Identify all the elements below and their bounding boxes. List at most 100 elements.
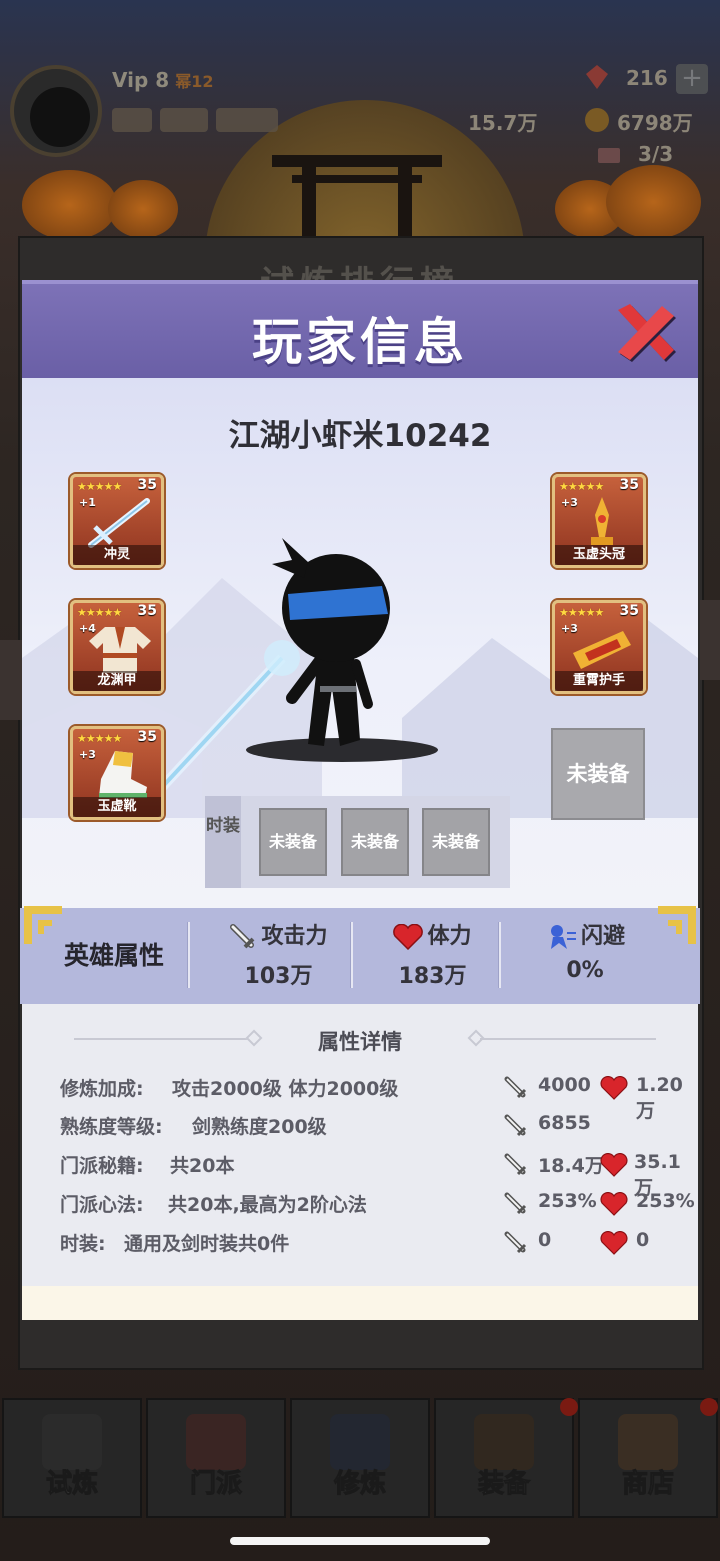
heart-icon [600,1076,628,1100]
item-level: 35 [619,477,639,493]
hp-bonus: 0 [636,1229,650,1251]
row-value: 共20本,最高为2阶心法 [168,1194,367,1216]
row-value: 剑熟练度200级 [192,1116,327,1138]
nav-label: 试炼 [45,1469,98,1500]
shop-chip[interactable] [160,108,208,132]
dialog-header: 玩家信息 [22,280,698,378]
attack-bonus: 18.4万 [538,1155,604,1177]
sword-icon [504,1192,527,1215]
event-chip[interactable] [216,108,278,132]
equip-slot-gloves[interactable]: ★★★★★ 35 +3 重霄护手 [552,600,646,694]
row-value: 攻击2000级 体力2000级 [172,1078,399,1100]
detail-row: 时装: 通用及剑时装共0件 0 0 [60,1229,680,1259]
notification-dot [560,1398,578,1416]
gold-coin-icon [585,108,609,132]
row-key: 熟练度等级: [60,1116,163,1138]
fashion-section: 时装 未装备 未装备 未装备 [205,796,510,888]
divider [480,1038,656,1040]
hp-label: 体力 [427,924,472,949]
heart-icon [393,924,424,950]
details-title: 属性详情 [318,1030,402,1054]
sword-icon [504,1076,527,1099]
hero-stats-bar: 英雄属性 攻击力 103万 体力 183万 闪避 0% [20,906,700,1004]
row-key: 门派心法: [60,1194,144,1216]
detail-row: 修炼加成: 攻击2000级 体力2000级 4000 1.20万 [60,1074,683,1122]
ninja-icon [42,1414,102,1470]
sword-icon [504,1231,527,1254]
pumpkin-decoration [606,165,701,239]
ticket-icon [598,148,620,163]
equip-slot-weapon[interactable]: ★★★★★ 35 +1 冲灵 [70,474,164,568]
player-name: 江湖小虾米10242 [228,418,492,454]
player-avatar[interactable] [10,65,102,157]
side-decoration [700,600,720,680]
hp-value: 183万 [398,964,467,989]
sword-icon [504,1153,527,1176]
dodge-label: 闪避 [580,924,625,949]
nav-cultivate[interactable]: 修炼 [290,1398,430,1518]
heart-icon [600,1153,628,1177]
detail-row: 门派心法: 共20本,最高为2阶心法 253% 253% [60,1190,695,1220]
divider [498,922,501,988]
player-info-dialog: 玩家信息 江湖小虾米10242 ★★★★★ 35 +1 冲灵 ★★★★★ 35 … [20,280,700,1320]
item-name: 龙渊甲 [73,671,161,691]
hp-bonus: 253% [636,1190,695,1212]
notification-dot [700,1398,718,1416]
close-icon[interactable] [616,304,680,366]
home-indicator[interactable] [230,1537,490,1545]
attack-bonus: 4000 [538,1074,591,1096]
mail-icon[interactable] [112,108,152,132]
pumpkin-decoration [22,170,117,240]
attack-stat: 攻击力 103万 [206,922,351,990]
pumpkin-decoration [108,180,178,238]
gauntlet-icon [573,631,631,669]
empty-equip-slot[interactable]: 未装备 [551,728,645,820]
item-name: 玉虚靴 [73,797,161,817]
power-value: 15.7万 [468,111,538,135]
row-value: 共20本 [170,1155,235,1177]
nav-equipment[interactable]: 装备 [434,1398,574,1518]
heart-icon [600,1231,628,1255]
fashion-label: 时装 [205,796,241,888]
attribute-details: 属性详情 修炼加成: 攻击2000级 体力2000级 4000 1.20万 熟练… [22,1004,698,1286]
equip-slot-armor[interactable]: ★★★★★ 35 +4 龙渊甲 [70,600,164,694]
nav-sect[interactable]: 门派 [146,1398,286,1518]
gem-icon [586,65,608,89]
fashion-slot-2[interactable]: 未装备 [341,808,409,876]
item-name: 冲灵 [73,545,161,565]
equip-slot-helmet[interactable]: ★★★★★ 35 +3 玉虚头冠 [552,474,646,568]
bottom-nav: 试炼 门派 修炼 装备 商店 [0,1398,720,1518]
row-value: 通用及剑时装共0件 [124,1233,290,1255]
item-level: 35 [137,603,157,619]
star-rating: ★★★★★ [559,480,604,493]
temple-icon [186,1414,246,1470]
row-key: 门派秘籍: [60,1155,144,1177]
star-rating: ★★★★★ [77,732,122,745]
nav-label: 修炼 [333,1469,386,1500]
fashion-slot-3[interactable]: 未装备 [422,808,490,876]
equip-slot-boots[interactable]: ★★★★★ 35 +3 玉虚靴 [70,726,164,820]
dodge-stat: 闪避 0% [520,922,650,983]
hp-stat: 体力 183万 [365,922,500,990]
shop-icon [618,1414,678,1470]
star-rating: ★★★★★ [559,606,604,619]
nav-shop[interactable]: 商店 [578,1398,718,1518]
dialog-title: 玩家信息 [252,313,468,371]
armor-icon [89,627,151,673]
add-gems-button[interactable]: + [676,64,708,94]
divider [187,922,190,988]
nav-trial[interactable]: 试炼 [2,1398,142,1518]
sword-icon [504,1114,527,1137]
attack-bonus: 6855 [538,1112,591,1134]
nav-label: 商店 [621,1469,674,1500]
nav-label: 装备 [477,1469,530,1500]
item-level: 35 [619,603,639,619]
detail-row: 熟练度等级: 剑熟练度200级 6855 [60,1112,680,1142]
fashion-slot-1[interactable]: 未装备 [259,808,327,876]
detail-row: 门派秘籍: 共20本 18.4万 35.1万 [60,1151,681,1199]
item-name: 重霄护手 [555,671,643,691]
star-rating: ★★★★★ [77,606,122,619]
divider [350,922,353,988]
dialog-body: 江湖小虾米10242 ★★★★★ 35 +1 冲灵 ★★★★★ 35 +4 龙渊… [22,378,698,908]
attack-label: 攻击力 [261,924,328,949]
